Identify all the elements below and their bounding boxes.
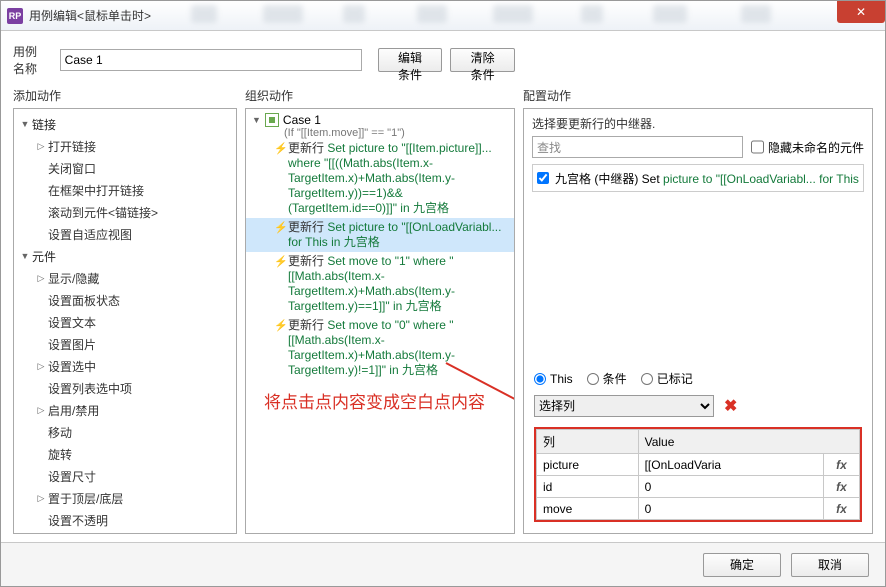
action-row[interactable]: ⚡更新行 Set move to "0" where "[[Math.abs(I… (246, 316, 514, 380)
configure-action-panel: 选择要更新行的中继器. 隐藏未命名的元件 九宫格 (中继器) Set pictu… (523, 108, 873, 534)
case-icon (265, 113, 279, 127)
tree-item[interactable]: ▼元件 (14, 245, 236, 267)
clear-condition-button[interactable]: 清除条件 (450, 48, 515, 72)
bolt-icon: ⚡ (274, 254, 288, 314)
tree-item[interactable]: 在框架中打开链接 (14, 179, 236, 201)
organize-action-label: 组织动作 (245, 87, 515, 104)
tree-item[interactable]: ▼链接 (14, 113, 236, 135)
tree-item[interactable]: 移动 (14, 421, 236, 443)
action-row[interactable]: ⚡更新行 Set picture to "[[Item.picture]]...… (246, 139, 514, 218)
tree-item[interactable]: 设置自适应视图 (14, 223, 236, 245)
tree-item[interactable]: 设置尺寸 (14, 465, 236, 487)
edit-condition-button[interactable]: 编辑条件 (378, 48, 443, 72)
table-row[interactable]: move0fx (537, 498, 860, 520)
th-value: Value (638, 430, 859, 454)
window-title: 用例编辑<鼠标单击时> (29, 7, 151, 24)
bolt-icon: ⚡ (274, 141, 288, 216)
tree-item[interactable]: 设置图片 (14, 333, 236, 355)
organize-action-panel: ▼ Case 1 (If "[[Item.move]]" == "1") ⚡更新… (245, 108, 515, 534)
tree-item[interactable]: ▷启用/禁用 (14, 399, 236, 421)
bolt-icon: ⚡ (274, 318, 288, 378)
tree-item[interactable]: 设置面板状态 (14, 289, 236, 311)
case-name: Case 1 (283, 113, 321, 127)
hide-unnamed-checkbox[interactable]: 隐藏未命名的元件 (751, 136, 864, 158)
case-name-label: 用例名称 (13, 43, 48, 77)
th-column: 列 (537, 430, 639, 454)
tree-item[interactable]: 旋转 (14, 443, 236, 465)
titlebar: RP 用例编辑<鼠标单击时> ✕ (1, 1, 885, 31)
repeater-item[interactable]: 九宫格 (中继器) Set picture to "[[OnLoadVariab… (532, 164, 864, 192)
search-input[interactable] (532, 136, 743, 158)
tree-item[interactable]: ▷打开链接 (14, 135, 236, 157)
add-action-label: 添加动作 (13, 87, 237, 104)
tree-item[interactable]: 设置列表选中项 (14, 377, 236, 399)
radio-marked[interactable]: 已标记 (641, 370, 693, 387)
radio-condition[interactable]: 条件 (587, 370, 627, 387)
tree-item[interactable]: 设置文本 (14, 311, 236, 333)
tree-item[interactable]: ▷置于顶层/底层 (14, 487, 236, 509)
tree-item[interactable]: ▷显示/隐藏 (14, 267, 236, 289)
fx-button[interactable]: fx (824, 454, 860, 476)
add-action-panel: ▼链接▷打开链接关闭窗口在框架中打开链接滚动到元件<锚链接>设置自适应视图▼元件… (13, 108, 237, 534)
red-annotation: 将点击点内容变成空白点内容 (264, 388, 485, 413)
bolt-icon: ⚡ (274, 220, 288, 250)
app-icon: RP (7, 8, 23, 24)
cancel-button[interactable]: 取消 (791, 553, 869, 577)
action-row[interactable]: ⚡更新行 Set move to "1" where "[[Math.abs(I… (246, 252, 514, 316)
radio-this[interactable]: This (534, 372, 573, 386)
toolbar: 用例名称 编辑条件 清除条件 (1, 31, 885, 87)
value-table: 列Value picture[[OnLoadVariafxid0fxmove0f… (534, 427, 862, 522)
close-button[interactable]: ✕ (837, 1, 885, 23)
case-condition: (If "[[Item.move]]" == "1") (246, 127, 514, 139)
case-name-input[interactable] (60, 49, 362, 71)
repeater-prompt: 选择要更新行的中继器. (524, 109, 872, 136)
table-row[interactable]: id0fx (537, 476, 860, 498)
case-row[interactable]: ▼ Case 1 (246, 109, 514, 127)
tree-item[interactable]: 滚动到元件<锚链接> (14, 201, 236, 223)
footer: 确定 取消 (1, 542, 885, 586)
delete-icon[interactable]: ✖ (724, 396, 737, 416)
table-row[interactable]: picture[[OnLoadVariafx (537, 454, 860, 476)
fx-button[interactable]: fx (824, 476, 860, 498)
select-column[interactable]: 选择列 (534, 395, 714, 417)
tree-item[interactable]: 设置不透明 (14, 509, 236, 531)
action-row[interactable]: ⚡更新行 Set picture to "[[OnLoadVariabl... … (246, 218, 514, 252)
fx-button[interactable]: fx (824, 498, 860, 520)
ok-button[interactable]: 确定 (703, 553, 781, 577)
tree-item[interactable]: 关闭窗口 (14, 157, 236, 179)
tree-item[interactable]: 获取焦点 (14, 531, 236, 534)
configure-action-label: 配置动作 (523, 87, 873, 104)
tree-item[interactable]: ▷设置选中 (14, 355, 236, 377)
